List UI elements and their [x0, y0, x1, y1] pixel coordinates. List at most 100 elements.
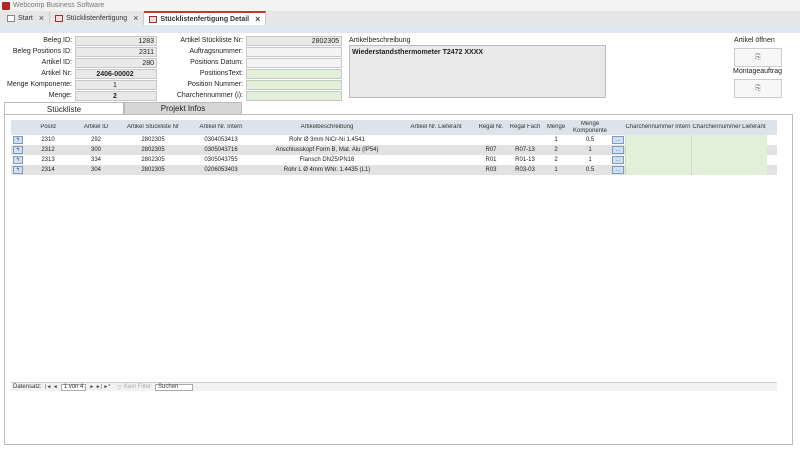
- tab-stuecklistenfertigung-detail[interactable]: Stücklistenfertigung Detail ×: [144, 11, 267, 25]
- cell-menge[interactable]: 1: [543, 135, 569, 145]
- column-header-stueckliste-nr[interactable]: Artikel Stückliste Nr: [121, 124, 185, 131]
- table-row[interactable]: ↰ 2313 334 2802305 0305043755 Flansch DN…: [11, 155, 777, 165]
- cell-nr-intern[interactable]: 0305043716: [185, 145, 257, 155]
- cell-nr-lieferant[interactable]: [397, 155, 475, 165]
- record-position-field[interactable]: 1 von 4: [60, 383, 87, 391]
- column-header-beschreibung[interactable]: Artikelbeschreibung: [257, 124, 397, 131]
- column-header-menge[interactable]: Menge: [543, 124, 569, 131]
- column-header-artikel-id[interactable]: Artikel ID: [71, 124, 121, 131]
- cell-charchennummer-intern[interactable]: [625, 145, 691, 155]
- new-record-icon[interactable]: ►*: [102, 384, 111, 391]
- cell-regal-fach[interactable]: R01-13: [507, 155, 543, 165]
- menge-field[interactable]: 2: [75, 91, 157, 101]
- cell-posid[interactable]: 2314: [25, 165, 71, 175]
- artikel-nr-field[interactable]: 2406-00002: [75, 69, 157, 79]
- table-row[interactable]: ↰ 2312 300 2802305 0305043716 Anschlussk…: [11, 145, 777, 155]
- cell-beschreibung[interactable]: Rohr Ø 3mm NiCr-Ni 1.4541: [257, 135, 397, 145]
- cell-regal-fach[interactable]: [507, 135, 543, 145]
- close-icon[interactable]: ×: [255, 14, 260, 24]
- ellipsis-icon[interactable]: …: [612, 156, 624, 164]
- artikel-stueckliste-nr-field[interactable]: 2802305: [246, 36, 342, 46]
- open-row-icon[interactable]: ↰: [13, 146, 23, 154]
- cell-artikel-id[interactable]: 334: [71, 155, 121, 165]
- charchennummer-field[interactable]: [246, 91, 342, 101]
- cell-charchennummer-lieferant[interactable]: [691, 145, 767, 155]
- column-header-nr-intern[interactable]: Artikel Nr. Intern: [185, 124, 257, 131]
- cell-menge-komponente[interactable]: 1: [569, 145, 611, 155]
- column-header-charchennummer-lieferant[interactable]: Charchennummer Lieferant: [691, 124, 767, 131]
- cell-regal-nr[interactable]: R07: [475, 145, 507, 155]
- cell-stueckliste-nr[interactable]: 2802305: [121, 155, 185, 165]
- cell-nr-intern[interactable]: 0305043755: [185, 155, 257, 165]
- cell-beschreibung[interactable]: Rohr L Ø 4mm WNr. 1.4435 (L1): [257, 165, 397, 175]
- cell-beschreibung[interactable]: Flansch DN25/PN16: [257, 155, 397, 165]
- cell-stueckliste-nr[interactable]: 2802305: [121, 165, 185, 175]
- tab-start[interactable]: Start ×: [2, 12, 51, 25]
- cell-menge[interactable]: 2: [543, 155, 569, 165]
- cell-menge-komponente[interactable]: 0.5: [569, 165, 611, 175]
- cell-charchennummer-lieferant[interactable]: [691, 155, 767, 165]
- previous-record-icon[interactable]: ◄: [52, 384, 59, 391]
- cell-charchennummer-intern[interactable]: [625, 135, 691, 145]
- column-header-charchennummer-intern[interactable]: Charchennummer Intern: [625, 124, 691, 131]
- position-nummer-field[interactable]: [246, 80, 342, 90]
- cell-charchennummer-lieferant[interactable]: [691, 135, 767, 145]
- cell-stueckliste-nr[interactable]: 2802305: [121, 145, 185, 155]
- cell-charchennummer-intern[interactable]: [625, 155, 691, 165]
- cell-menge-komponente[interactable]: 0.5: [569, 135, 611, 145]
- cell-posid[interactable]: 2312: [25, 145, 71, 155]
- artikel-oeffnen-button[interactable]: ⎘: [734, 48, 782, 67]
- table-row[interactable]: ↰ 2310 292 2802305 0304053413 Rohr Ø 3mm…: [11, 135, 777, 145]
- cell-regal-fach[interactable]: R03-03: [507, 165, 543, 175]
- artikelbeschreibung-field[interactable]: Wiederstandsthermometer T2472 XXXX: [349, 45, 606, 98]
- cell-artikel-id[interactable]: 292: [71, 135, 121, 145]
- filter-toggle[interactable]: ▽ Kein Filter: [117, 384, 151, 391]
- cell-regal-fach[interactable]: R07-13: [507, 145, 543, 155]
- cell-nr-intern[interactable]: 0206053403: [185, 165, 257, 175]
- positions-text-field[interactable]: [246, 69, 342, 79]
- column-header-regal-nr[interactable]: Regal Nr.: [475, 124, 507, 131]
- cell-nr-lieferant[interactable]: [397, 165, 475, 175]
- ellipsis-icon[interactable]: …: [612, 166, 624, 174]
- cell-posid[interactable]: 2310: [25, 135, 71, 145]
- close-icon[interactable]: ×: [39, 14, 44, 23]
- cell-menge-komponente[interactable]: 1: [569, 155, 611, 165]
- cell-charchennummer-lieferant[interactable]: [691, 165, 767, 175]
- tab-stuecklistenfertigung[interactable]: Stücklistenfertigung ×: [50, 12, 145, 25]
- positions-datum-field[interactable]: [246, 58, 342, 68]
- last-record-icon[interactable]: ►|: [95, 384, 102, 391]
- cell-regal-nr[interactable]: R01: [475, 155, 507, 165]
- column-header-regal-fach[interactable]: Regal Fach: [507, 124, 543, 131]
- open-row-icon[interactable]: ↰: [13, 156, 23, 164]
- column-header-posid[interactable]: PosId: [25, 124, 71, 131]
- close-icon[interactable]: ×: [133, 14, 138, 23]
- next-record-icon[interactable]: ►: [88, 384, 95, 391]
- ellipsis-icon[interactable]: …: [612, 146, 624, 154]
- auftragsnummer-field[interactable]: [246, 47, 342, 57]
- cell-artikel-id[interactable]: 300: [71, 145, 121, 155]
- cell-nr-intern[interactable]: 0304053413: [185, 135, 257, 145]
- cell-nr-lieferant[interactable]: [397, 145, 475, 155]
- cell-artikel-id[interactable]: 304: [71, 165, 121, 175]
- cell-charchennummer-intern[interactable]: [625, 165, 691, 175]
- column-header-nr-lieferant[interactable]: Artikel Nr. Lieferant: [397, 124, 475, 131]
- cell-regal-nr[interactable]: R03: [475, 165, 507, 175]
- montageauftrag-button[interactable]: ⎘: [734, 79, 782, 98]
- beleg-id-field[interactable]: 1283: [75, 36, 157, 46]
- table-row[interactable]: ↰ 2314 304 2802305 0206053403 Rohr L Ø 4…: [11, 165, 777, 175]
- cell-posid[interactable]: 2313: [25, 155, 71, 165]
- artikel-id-field[interactable]: 280: [75, 58, 157, 68]
- cell-menge[interactable]: 1: [543, 165, 569, 175]
- cell-stueckliste-nr[interactable]: 2802305: [121, 135, 185, 145]
- cell-beschreibung[interactable]: Anschlusskopf Form B, Mat. Alu (IP54): [257, 145, 397, 155]
- open-row-icon[interactable]: ↰: [13, 166, 23, 174]
- open-row-icon[interactable]: ↰: [13, 136, 23, 144]
- search-input[interactable]: Suchen: [155, 383, 194, 391]
- cell-menge[interactable]: 2: [543, 145, 569, 155]
- ellipsis-icon[interactable]: …: [612, 136, 624, 144]
- cell-nr-lieferant[interactable]: [397, 135, 475, 145]
- beleg-positions-id-field[interactable]: 2311: [75, 47, 157, 57]
- column-header-menge-komponente[interactable]: Menge Komponente: [569, 121, 611, 135]
- first-record-icon[interactable]: |◄: [45, 384, 52, 391]
- menge-komponente-field[interactable]: 1: [75, 80, 157, 90]
